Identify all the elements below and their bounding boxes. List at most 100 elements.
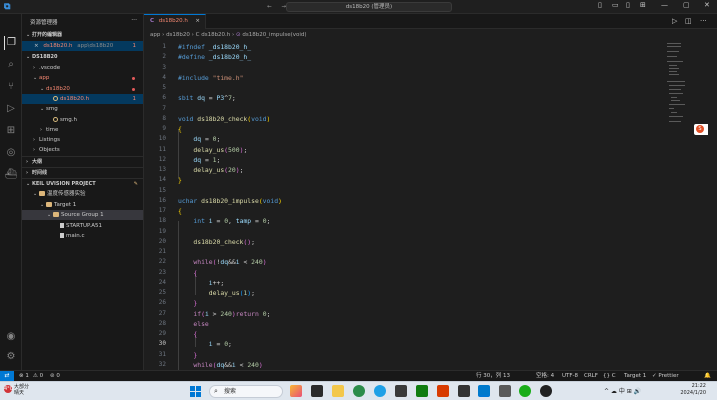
code-line[interactable]: #define _ds18b20_h_ [178,53,251,61]
app-icon[interactable] [499,385,511,397]
open-editor-item[interactable]: × ds18b20.h app\ds18b20 1 [22,41,143,51]
breadcrumb-item[interactable]: ds18b20 [166,32,190,38]
tab-close-icon[interactable]: × [195,15,200,28]
toggle-secondary-sidebar-icon[interactable]: ▯ [626,1,630,9]
qq-icon[interactable] [540,385,552,397]
outline-header[interactable]: › 大纲 [22,156,143,166]
tree-item[interactable]: ⌄ smg [22,104,143,114]
code-line[interactable]: void ds18b20_check(void) [178,115,270,123]
encoding[interactable]: UTF-8 [562,371,578,381]
code-line[interactable]: i = 0; [178,340,232,348]
tree-item[interactable]: ⌄ app [22,73,143,83]
store-icon[interactable] [395,385,407,397]
customize-layout-icon[interactable]: ⊞ [640,1,646,9]
close-button[interactable]: ✕ [704,1,710,9]
workspace-header[interactable]: ⌄ DS18B20 [22,52,143,62]
task-view-icon[interactable] [311,385,323,397]
remote-indicator-icon[interactable]: ⇄ [0,371,14,381]
remote-explorer-icon[interactable]: ◎ [4,146,18,160]
wechat-icon[interactable] [519,385,531,397]
keil-tree-item[interactable]: ⌄ Source Group 1 [22,210,143,220]
code-line[interactable]: delay_us(20); [178,166,243,174]
code-line[interactable]: i++; [178,279,224,287]
split-editor-icon[interactable]: ◫ [685,17,692,25]
code-line[interactable]: while(dq&&i < 240) [178,361,262,369]
code-line[interactable]: int i = 0, tamp = 0; [178,217,270,225]
breadcrumb-item[interactable]: C ds18b20.h [196,32,231,38]
search-icon[interactable]: ⌕ [4,58,18,72]
timeline-header[interactable]: › 时间线 [22,167,143,177]
breadcrumb-item[interactable]: app [150,32,160,38]
code-line[interactable]: #include "time.h" [178,74,243,82]
more-editor-actions-icon[interactable]: ··· [700,17,707,25]
build-target[interactable]: Target 1 [624,371,646,381]
toggle-sidebar-icon[interactable]: ▯ [598,1,602,9]
file-explorer-icon[interactable] [332,385,344,397]
xbox-icon[interactable] [416,385,428,397]
weather-widget[interactable]: 大部分 晴天 [14,384,29,396]
account-icon[interactable]: ◉ [4,330,18,344]
cursor-position[interactable]: 行 30，列 13 [476,371,510,381]
office-icon[interactable] [437,385,449,397]
errors-indicator[interactable]: ⊗ 1 [19,371,29,381]
vscode-taskbar-icon[interactable] [478,385,490,397]
close-icon[interactable]: × [34,43,39,49]
code-line[interactable]: else [178,320,208,328]
tree-item[interactable]: ds18b20.h 1 [22,93,143,104]
keil-tree-item[interactable]: ⌄ 温度传感器实验 [22,189,143,199]
manage-gear-icon[interactable]: ⚙ [4,350,18,364]
code-line[interactable]: dq = 0; [178,135,220,143]
code-line[interactable]: { [178,125,182,133]
code-line[interactable]: sbit dq = P3^7; [178,94,236,102]
code-line[interactable]: { [178,330,197,338]
language-mode[interactable]: {} C [603,371,616,381]
prettier-status[interactable]: ✓ Prettier [652,371,679,381]
code-line[interactable]: } [178,299,197,307]
more-actions-icon[interactable]: ··· [131,17,137,24]
docker-icon[interactable]: ⛴ [4,168,18,182]
keil-tree-item[interactable]: STARTUP.A51 [22,221,143,231]
run-debug-icon[interactable]: ▷ [4,102,18,116]
code-line[interactable]: uchar ds18b20_impulse(void) [178,197,282,205]
edge-icon[interactable] [374,385,386,397]
minimap[interactable] [667,41,707,131]
warnings-indicator[interactable]: ⚠ 0 [33,371,43,381]
keil-tree-item[interactable]: ⌄ Target 1 [22,200,143,210]
code-line[interactable]: while(!dq&&i < 240) [178,258,266,266]
browser-icon[interactable] [353,385,365,397]
taskbar-search-box[interactable]: ⌕ 搜索 [209,385,283,398]
notifications-bell-icon[interactable]: 🔔 [704,371,711,381]
nav-arrows-icon[interactable]: ← → [267,3,290,11]
command-center[interactable]: ← → ds18b20 (管理员) [267,2,452,12]
code-line[interactable]: } [178,176,182,184]
code-line[interactable]: delay_us(500); [178,146,247,154]
code-line[interactable]: { [178,269,197,277]
minimize-button[interactable]: — [661,1,668,9]
code-line[interactable]: #ifndef _ds18b20_h_ [178,43,251,51]
code-line[interactable]: ds18b20_check(); [178,238,255,246]
clock[interactable]: 21:22 2024/1/20 [666,383,706,397]
start-button[interactable] [190,386,201,397]
ports-indicator[interactable]: ⊚ 0 [50,371,60,381]
breadcrumb-item[interactable]: ds18b20_impulse(void) [242,32,306,38]
system-tray[interactable]: ^ ☁ 中 ⊞ 🔊 [604,386,641,395]
explorer-icon[interactable]: ❐ [4,36,18,50]
tree-item[interactable]: › .vscode [22,63,143,73]
keil-project-header[interactable]: ⌄ KEIL UVISION PROJECT ✎ [22,178,143,189]
build-icon[interactable]: ✎ [134,179,138,189]
end-of-line[interactable]: CRLF [584,371,598,381]
tree-item[interactable]: › Objects [22,145,143,155]
keil-tree-item[interactable]: main.c [22,231,143,241]
code-line[interactable]: if(i > 240)return 0; [178,310,270,318]
code-line[interactable]: delay_us(1); [178,289,255,297]
code-line[interactable]: dq = 1; [178,156,220,164]
tree-item[interactable]: › time [22,125,143,135]
run-file-icon[interactable]: ▷ [672,17,677,25]
tree-item[interactable]: smg.h [22,115,143,125]
vertical-scrollbar[interactable] [708,41,716,370]
open-editors-header[interactable]: ⌄ 打开的编辑器 [22,30,143,40]
extensions-icon[interactable]: ⊞ [4,124,18,138]
code-line[interactable]: } [178,351,197,359]
indentation[interactable]: 空格: 4 [536,371,554,381]
weather-icon[interactable]: 4°C [4,385,13,393]
